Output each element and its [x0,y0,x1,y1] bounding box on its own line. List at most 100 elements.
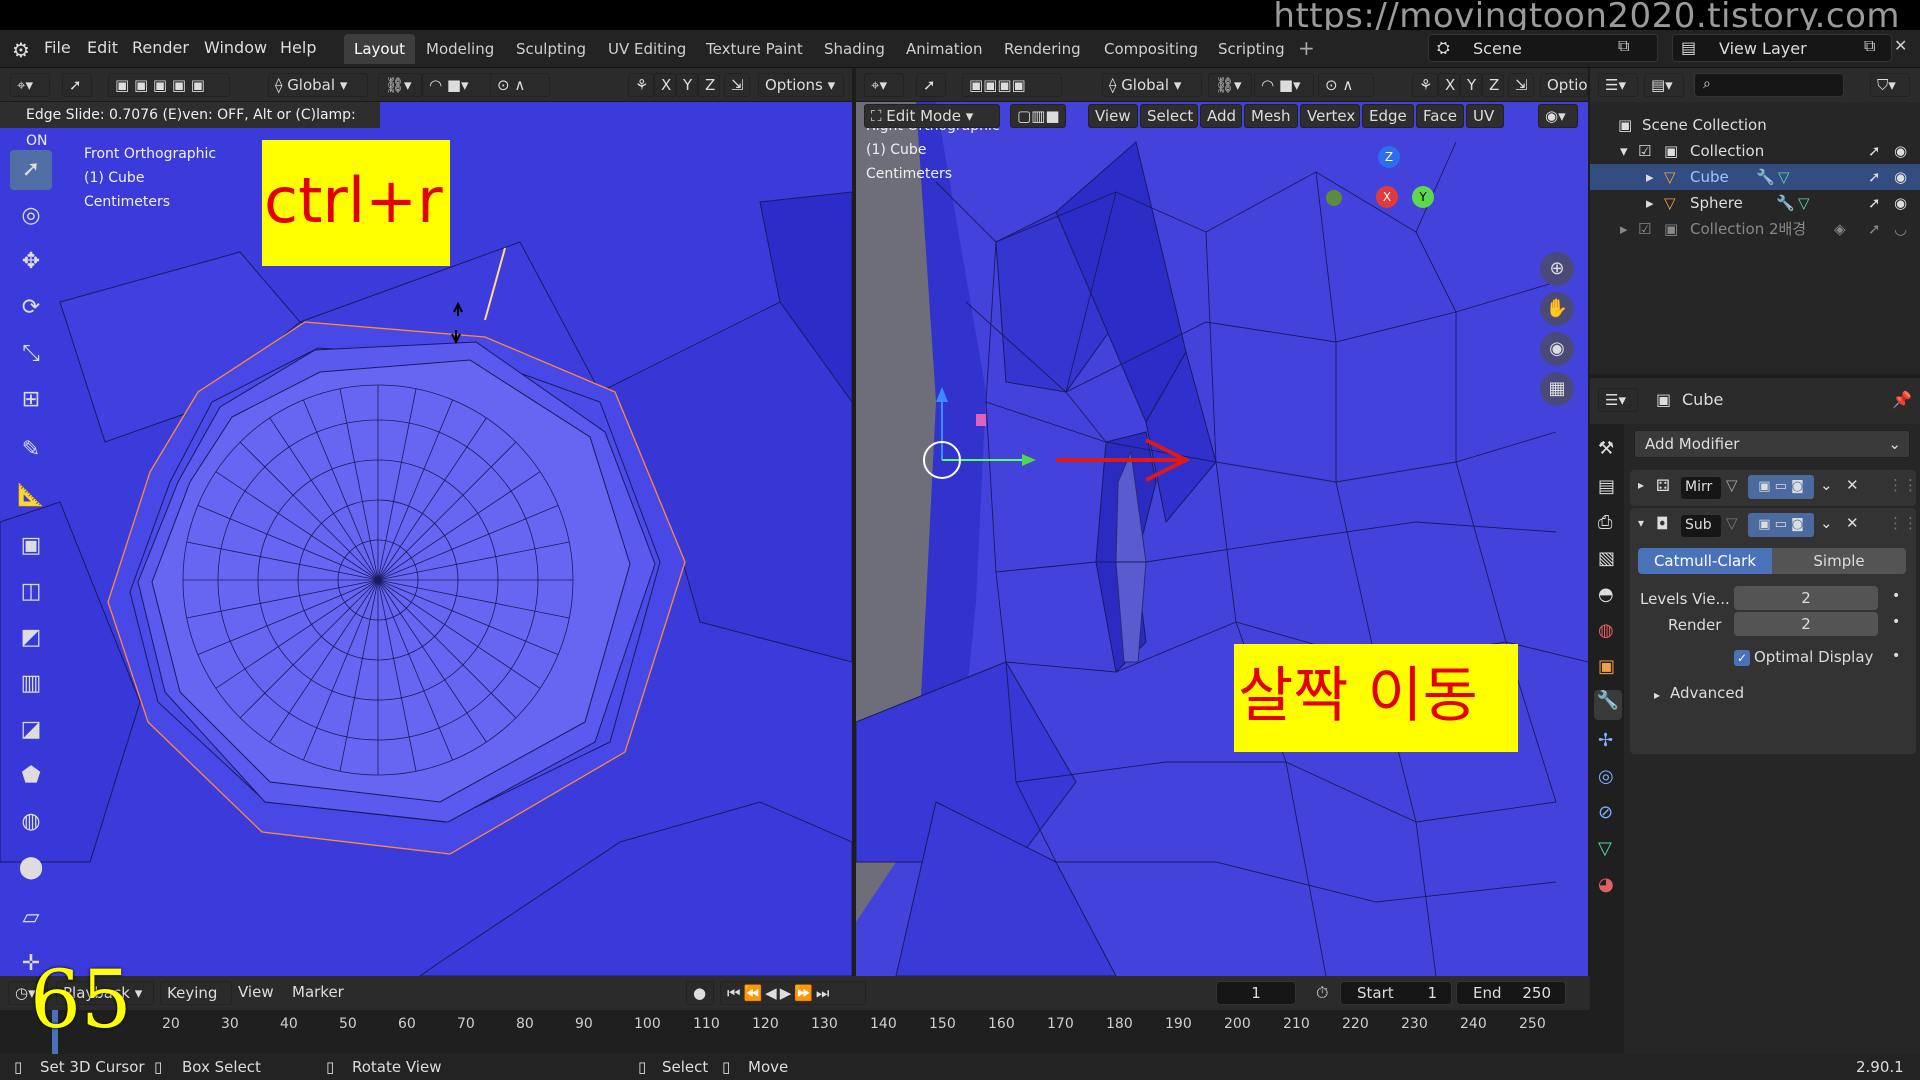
move-tool-icon[interactable]: ✥ [10,242,52,282]
auto-merge-icon-right[interactable]: ⇲ [1508,73,1534,97]
menu-help[interactable]: Help [280,38,316,57]
annotate-tool-icon[interactable]: ✎ [10,430,52,470]
menu-edit[interactable]: Edit [87,38,118,57]
tab-sculpting[interactable]: Sculpting [506,34,596,64]
select-box-tool-icon[interactable]: ➚ [10,150,52,190]
menu-edge[interactable]: Edge [1362,104,1414,128]
menu-render[interactable]: Render [132,38,189,57]
on-cage-icon[interactable]: ▽ [1726,514,1738,532]
gizmo-z-axis[interactable]: Z [1378,146,1400,168]
select-mode-buttons-right[interactable]: ▣▣▣▣ [962,73,1062,97]
snap-icon[interactable]: ◠ ■▾ [422,73,494,97]
optimal-display-checkbox[interactable]: ✓ [1734,650,1750,666]
tab-animation[interactable]: Animation [896,34,992,64]
expand-arrow-icon[interactable]: ▸ [1638,478,1644,492]
modifier-wrench-icon[interactable]: 🔧 [1776,190,1795,216]
material-tab-icon[interactable]: ◕ [1598,874,1614,895]
new-view-layer-icon[interactable]: ⧉ [1864,36,1875,56]
scale-tool-icon[interactable]: ⤡ [10,334,52,374]
gizmo-neg-y-dot[interactable] [1326,190,1342,206]
object-tab-icon[interactable]: ▣ [1598,656,1615,677]
tab-compositing[interactable]: Compositing [1094,34,1208,64]
add-modifier-button[interactable]: Add Modifier ⌄ [1634,430,1910,458]
pan-hand-icon[interactable]: ✋ [1540,292,1574,326]
start-frame-field[interactable]: Start 1 [1340,981,1452,1005]
modifier-tab-icon[interactable]: 🔧 [1594,690,1622,720]
select-arrow-icon[interactable]: ➚ [1868,216,1881,242]
mode-dropdown[interactable]: ⛶ Edit Mode ▾ [864,104,1000,128]
inset-tool-icon[interactable]: ◫ [10,572,52,612]
current-frame-field[interactable]: 1 [1216,981,1296,1005]
menu-add[interactable]: Add [1200,104,1242,128]
keyframe-dot-icon[interactable]: • [1892,588,1900,604]
shear-tool-icon[interactable]: ▱ [10,898,52,938]
modifier-wrench-icon[interactable]: 🔧 [1756,164,1775,190]
ortho-grid-icon[interactable]: ▦ [1540,372,1574,406]
modifier-visibility-toggles[interactable]: ▣ ▭ ◙ [1748,513,1814,537]
menu-vertex[interactable]: Vertex [1300,104,1360,128]
particles-tab-icon[interactable]: ✢ [1598,730,1613,751]
subsurf-name-field[interactable]: Sub [1680,514,1722,538]
left-viewport[interactable]: Edge Slide: 0.7076 (E)ven: OFF, Alt or (… [0,102,852,976]
simple-tab[interactable]: Simple [1772,548,1906,574]
transform-orientation-dropdown-right[interactable]: ⟠ Global ▾ [1102,73,1202,97]
eye-icon[interactable]: ◉ [1894,164,1907,190]
snap-icon-right[interactable]: ◠ ■▾ [1254,73,1314,97]
tool-tab-icon[interactable]: ⚒ [1598,438,1614,459]
end-frame-field[interactable]: End 250 [1456,981,1566,1005]
keyframe-dot-icon[interactable]: • [1892,614,1900,630]
chevron-down-icon[interactable]: ⌄ [1820,476,1833,494]
auto-merge-icon[interactable]: ⇲ [724,73,750,97]
world-tab-icon[interactable]: ◍ [1598,620,1614,641]
tab-modeling[interactable]: Modeling [416,34,504,64]
expand-arrow-icon[interactable]: ▸ [1654,688,1660,702]
mirror-y-button[interactable]: Y [676,73,698,97]
view-layer-selector[interactable]: ▤ View Layer [1672,34,1892,62]
mirror-z-button-right[interactable]: Z [1482,73,1504,97]
timeline-view-menu[interactable]: View [238,983,274,1001]
keyframe-dot-icon[interactable]: • [1892,648,1900,664]
scene-collection-row[interactable]: ▣ Scene Collection [1590,112,1920,138]
mirror-z-button[interactable]: Z [698,73,720,97]
properties-editor-type-icon[interactable]: ☰▾ [1598,388,1638,412]
close-icon[interactable]: ✕ [1846,514,1859,532]
outliner-row-collection[interactable]: ▾ ☑ ▣ Collection ➚ ◉ [1590,138,1920,164]
select-tool-icon[interactable]: ➚ [62,73,92,97]
expand-arrow-icon[interactable]: ▸ [1620,216,1628,242]
physics-tab-icon[interactable]: ◎ [1598,766,1614,787]
filter-icon[interactable]: ⛉▾ [1870,73,1910,97]
spin-tool-icon[interactable]: ◍ [10,802,52,842]
timeline-marker-menu[interactable]: Marker [292,983,344,1001]
gizmo-y-axis[interactable]: Y [1412,186,1434,208]
tab-texture-paint[interactable]: Texture Paint [696,34,813,64]
checkbox-icon[interactable]: ☑ [1638,216,1651,242]
playback-controls[interactable]: ⏮⏪◀▶⏩⏭ [720,981,866,1005]
right-viewport[interactable]: Right Orthographic (1) Cube Centimeters … [856,102,1588,976]
tab-layout[interactable]: Layout [344,34,415,64]
menu-uv[interactable]: UV [1466,104,1504,128]
knife-tool-icon[interactable]: ◪ [10,710,52,750]
gizmo-x-axis[interactable]: X [1376,186,1398,208]
blender-logo-icon[interactable]: ⚙ [12,38,30,62]
select-arrow-icon[interactable]: ➚ [1868,138,1881,164]
keying-dropdown[interactable]: Keying ▾ [160,981,232,1024]
render-tab-icon[interactable]: ▤ [1598,476,1615,497]
zoom-icon[interactable]: ⊕ [1540,252,1574,286]
mirror-axis-icon-right[interactable]: ⚘ [1412,73,1438,97]
editor-type-icon-right[interactable]: ⌖▾ [864,73,904,97]
drag-handle-icon[interactable]: ⋮⋮ [1888,514,1918,532]
outliner-search-input[interactable]: ⌕ [1694,73,1844,97]
display-mode-icon[interactable]: ▤▾ [1644,73,1684,97]
proportional-edit-icon[interactable]: ⊙ ∧ [490,73,550,97]
expand-arrow-icon[interactable]: ▸ [1646,164,1654,190]
modifier-visibility-toggles[interactable]: ▣ ▭ ◙ [1748,475,1814,499]
pin-icon[interactable]: 📌 [1892,390,1912,409]
proportional-edit-icon-right[interactable]: ⊙ ∧ [1318,73,1374,97]
add-workspace-icon[interactable]: + [1298,36,1315,60]
record-icon[interactable]: ● [686,981,714,1005]
tab-scripting[interactable]: Scripting [1208,34,1295,64]
menu-file[interactable]: File [44,38,71,57]
tab-shading[interactable]: Shading [814,34,895,64]
expand-arrow-icon[interactable]: ▾ [1620,138,1628,164]
outliner-row-collection2[interactable]: ▸ ☑ ▣ Collection 2배경 ◈ ➚ ◡ [1590,216,1920,242]
